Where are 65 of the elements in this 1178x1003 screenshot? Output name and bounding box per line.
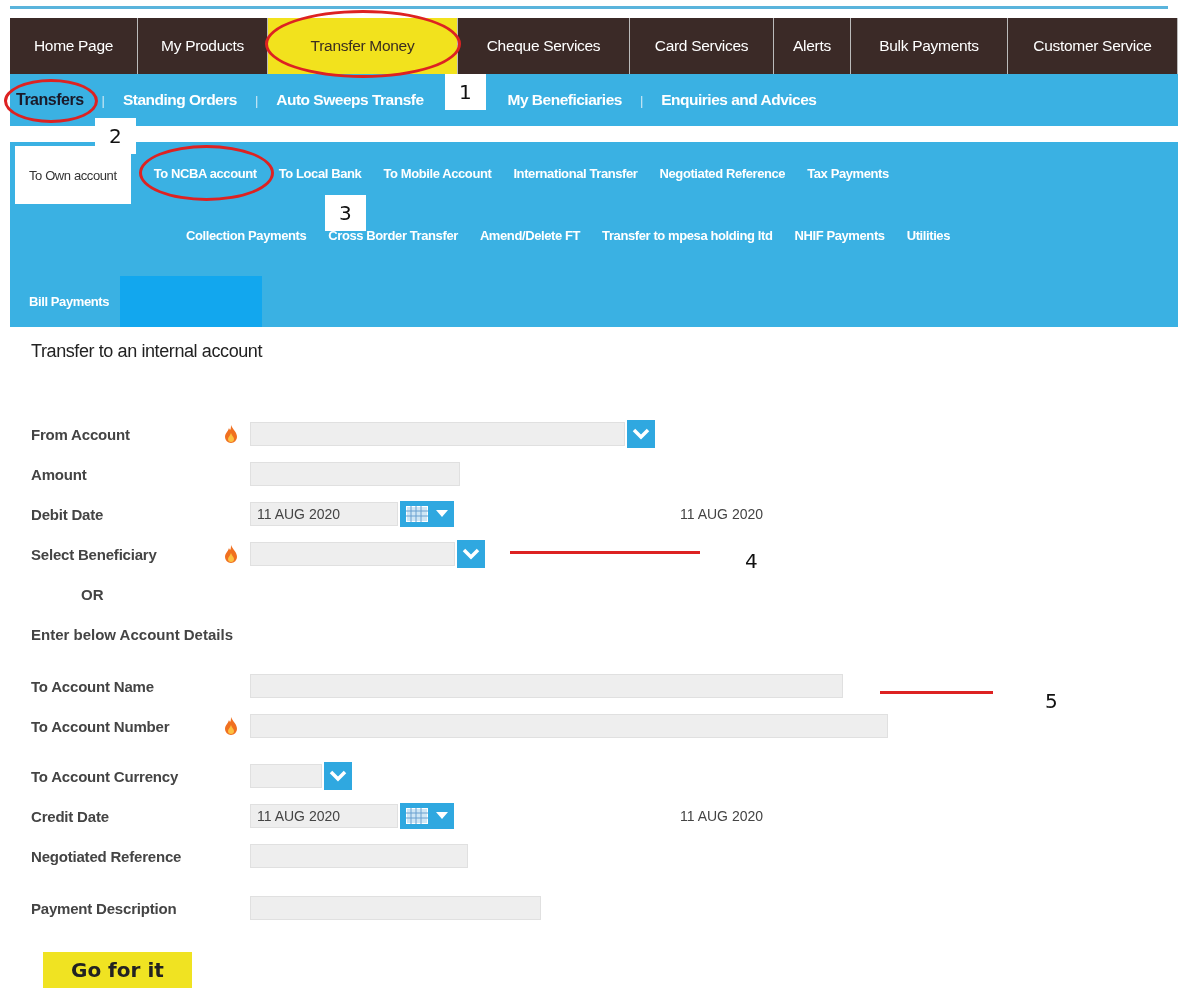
dropdown-button[interactable] bbox=[457, 540, 485, 568]
field-label: To Account Currency bbox=[31, 767, 180, 785]
subnav-link[interactable]: Transfers bbox=[16, 91, 84, 109]
or-text: OR bbox=[80, 585, 104, 603]
chevron-down-icon bbox=[632, 428, 650, 440]
separator-text: | bbox=[101, 92, 105, 108]
field-label: Amount bbox=[31, 465, 88, 483]
date-picker-button[interactable] bbox=[400, 501, 454, 527]
callout-number: 2 bbox=[95, 118, 136, 154]
tab[interactable]: Transfer to mpesa holding ltd bbox=[591, 217, 784, 253]
subnav-link[interactable]: Standing Orders bbox=[122, 91, 237, 109]
date-text: 11 AUG 2020 bbox=[680, 506, 764, 522]
tab[interactable]: Negotiated Reference bbox=[648, 155, 797, 191]
callout-number: 4 bbox=[745, 549, 758, 573]
dropdown-button[interactable] bbox=[627, 420, 655, 448]
subnav-link[interactable]: My Beneficiaries bbox=[507, 91, 622, 109]
select-field[interactable] bbox=[250, 764, 322, 788]
field-label: Negotiated Reference bbox=[31, 847, 183, 865]
input-field[interactable] bbox=[250, 674, 843, 698]
date-field[interactable]: 11 AUG 2020 bbox=[250, 502, 398, 526]
tab[interactable]: To Local Bank bbox=[267, 155, 373, 191]
tab[interactable]: Collection Payments bbox=[175, 217, 318, 253]
tab[interactable]: International Transfer bbox=[502, 155, 649, 191]
select-field[interactable] bbox=[250, 422, 625, 446]
field-label: Select Beneficiary bbox=[31, 545, 158, 563]
tab[interactable]: Bill Payments bbox=[18, 283, 121, 320]
callout-number: 1 bbox=[445, 74, 486, 110]
tab[interactable]: Utilities bbox=[895, 217, 961, 253]
callout-number: 3 bbox=[325, 195, 366, 231]
tab[interactable]: Amend/Delete FT bbox=[468, 217, 592, 253]
chevron-down-icon bbox=[329, 770, 347, 782]
field-label: To Account Name bbox=[31, 677, 155, 695]
field-label: Credit Date bbox=[31, 807, 110, 825]
tab[interactable]: NHIF Payments bbox=[783, 217, 896, 253]
chevron-down-icon bbox=[462, 548, 480, 560]
caret-down-icon bbox=[436, 510, 448, 518]
tab[interactable]: To Mobile Account bbox=[372, 155, 503, 191]
callout-number: 5 bbox=[1045, 689, 1058, 713]
date-picker-button[interactable] bbox=[400, 803, 454, 829]
separator-text: | bbox=[254, 92, 259, 108]
form-title: Transfer to an internal account bbox=[31, 341, 264, 362]
input-field[interactable] bbox=[250, 896, 541, 920]
tab[interactable]: To NCBA account bbox=[142, 155, 268, 191]
tab[interactable]: To Own account bbox=[15, 146, 131, 204]
input-field[interactable] bbox=[250, 844, 468, 868]
calendar-icon bbox=[406, 808, 428, 824]
subnav-link[interactable]: Enquiries and Advices bbox=[661, 91, 817, 109]
field-label: From Account bbox=[31, 425, 131, 443]
field-label: Debit Date bbox=[31, 505, 105, 523]
field-label: To Account Number bbox=[31, 717, 171, 735]
date-field[interactable]: 11 AUG 2020 bbox=[250, 804, 398, 828]
submit-button[interactable]: Go for it bbox=[43, 952, 192, 988]
caret-down-icon bbox=[436, 812, 448, 820]
dropdown-button[interactable] bbox=[324, 762, 352, 790]
subnav-link[interactable]: Auto Sweeps Transfe bbox=[276, 91, 424, 109]
select-field[interactable] bbox=[250, 542, 455, 566]
input-field[interactable] bbox=[250, 462, 460, 486]
date-text: 11 AUG 2020 bbox=[680, 808, 764, 824]
field-label: Payment Description bbox=[31, 899, 178, 917]
calendar-icon bbox=[406, 506, 428, 522]
nav-tab[interactable]: Transfer Money bbox=[268, 18, 458, 74]
input-field[interactable] bbox=[250, 714, 888, 738]
section-heading: Enter below Account Details bbox=[31, 625, 233, 643]
tab[interactable]: Tax Payments bbox=[796, 155, 900, 191]
separator-text: | bbox=[639, 92, 644, 108]
